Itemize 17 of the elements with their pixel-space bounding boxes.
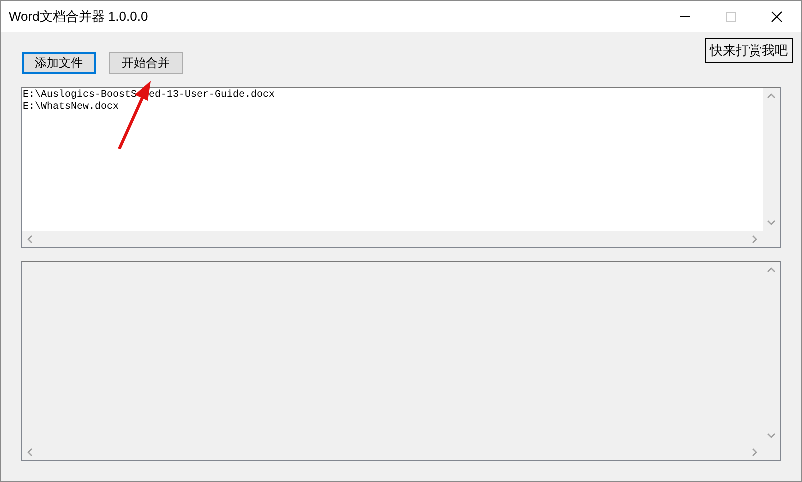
maximize-icon[interactable] bbox=[725, 10, 737, 22]
scroll-right-icon[interactable] bbox=[752, 448, 758, 456]
scroll-up-icon[interactable] bbox=[767, 267, 776, 273]
window-title: Word文档合并器 1.0.0.0 bbox=[9, 8, 148, 26]
file-path[interactable]: E:\WhatsNew.docx bbox=[23, 102, 762, 114]
scroll-left-icon[interactable] bbox=[27, 448, 33, 456]
file-path[interactable]: E:\Auslogics-BoostS ed-13-User-Guide.docx bbox=[23, 90, 762, 102]
scroll-down-icon[interactable] bbox=[767, 433, 776, 439]
scroll-up-icon[interactable] bbox=[767, 93, 776, 99]
toolbar-button[interactable]: 开始合并 bbox=[109, 52, 183, 74]
scroll-down-icon[interactable] bbox=[767, 220, 776, 226]
toolbar-button[interactable]: 添加文件 bbox=[22, 52, 96, 74]
close-icon[interactable] bbox=[771, 10, 783, 22]
reward-button[interactable]: 快来打赏我吧 bbox=[705, 38, 793, 63]
scroll-left-icon[interactable] bbox=[27, 234, 33, 244]
file-list[interactable]: E:\Auslogics-BoostS ed-13-User-Guide.docx E:\WhatsNew.docx bbox=[21, 87, 781, 248]
scroll-right-icon[interactable] bbox=[752, 234, 758, 244]
